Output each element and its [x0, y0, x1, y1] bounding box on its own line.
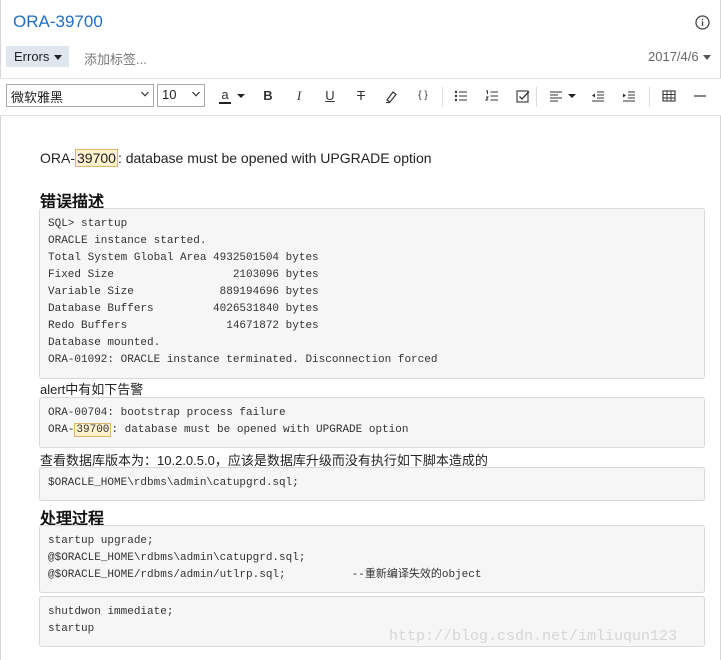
- code-block-catupgrd[interactable]: $ORACLE_HOME\rdbms\admin\catupgrd.sql;: [39, 467, 705, 501]
- watermark: http://blog.csdn.net/imliuqun123: [389, 628, 678, 645]
- intro-prefix: ORA-: [40, 150, 75, 166]
- alert-prefix: ORA-: [48, 424, 75, 436]
- caret-down-icon: [237, 94, 245, 98]
- note-title[interactable]: ORA-39700: [13, 12, 103, 32]
- code-line: SQL> startup: [48, 218, 128, 230]
- chevron-down-icon: [54, 55, 63, 61]
- chevron-down-icon: [192, 91, 200, 97]
- search-highlight: 39700: [75, 149, 118, 167]
- code-line: ORA- 39700: database must be opened with …: [48, 422, 696, 439]
- caret-down-icon: [568, 94, 576, 98]
- text-color-swatch: [219, 102, 231, 104]
- font-size-value: 10: [162, 87, 177, 102]
- notebook-label: Errors: [14, 49, 50, 64]
- code-line: Database mounted.: [48, 337, 161, 349]
- font-family-select[interactable]: 微软雅黑: [6, 84, 154, 107]
- text-color-button[interactable]: a: [217, 88, 233, 104]
- code-block-error[interactable]: SQL> startup ORACLE instance started. To…: [39, 208, 705, 379]
- search-highlight: 39700: [74, 423, 112, 437]
- format-toolbar: 微软雅黑 10 a B I U T { }: [0, 78, 721, 116]
- code-line: $ORACLE_HOME\rdbms\admin\catupgrd.sql;: [48, 477, 299, 489]
- italic-button[interactable]: I: [291, 88, 307, 104]
- notebook-dropdown[interactable]: Errors: [6, 46, 69, 67]
- toolbar-divider: [536, 87, 537, 107]
- code-line: startup upgrade;: [48, 535, 154, 547]
- code-line: Redo Buffers 14671872 bytes: [48, 320, 319, 332]
- alert-label: alert中有如下告警: [40, 382, 144, 397]
- numbered-list-icon[interactable]: [484, 88, 500, 104]
- intro-line: ORA- 39700: database must be opened with …: [40, 149, 432, 167]
- chevron-down-icon: [141, 91, 149, 97]
- date-dropdown[interactable]: 2017/4/6: [648, 49, 711, 64]
- table-icon[interactable]: [661, 88, 677, 104]
- horizontal-rule-icon[interactable]: [692, 88, 708, 104]
- bullet-list-icon[interactable]: [453, 88, 469, 104]
- code-line: shutdwon immediate;: [48, 606, 174, 618]
- code-line: ORA-00704: bootstrap process failure: [48, 407, 286, 419]
- alert-suffix: : database must be opened with UPGRADE o…: [111, 424, 409, 436]
- align-dropdown[interactable]: [567, 88, 577, 104]
- toolbar-divider: [442, 87, 443, 107]
- add-tag-input[interactable]: 添加标签...: [84, 49, 147, 68]
- code-line: @$ORACLE_HOME/rdbms/admin/utlrp.sql; --重…: [48, 569, 482, 581]
- code-line: ORACLE instance started.: [48, 235, 207, 247]
- indent-icon[interactable]: [621, 88, 637, 104]
- code-block-fix[interactable]: startup upgrade; @$ORACLE_HOME\rdbms\adm…: [39, 525, 705, 593]
- code-block-alert[interactable]: ORA-00704: bootstrap process failure ORA…: [39, 397, 705, 448]
- info-icon[interactable]: [695, 15, 710, 30]
- chevron-down-icon: [702, 55, 711, 61]
- strikethrough-button[interactable]: T: [353, 88, 369, 104]
- font-family-value: 微软雅黑: [11, 90, 64, 105]
- date-label: 2017/4/6: [648, 49, 699, 64]
- highlighter-icon[interactable]: [384, 88, 400, 104]
- code-line: Variable Size 889194696 bytes: [48, 286, 319, 298]
- code-line: Database Buffers 4026531840 bytes: [48, 303, 319, 315]
- text-color-dropdown[interactable]: [236, 88, 246, 104]
- code-line: Fixed Size 2103096 bytes: [48, 269, 319, 281]
- underline-button[interactable]: U: [322, 88, 338, 104]
- font-size-select[interactable]: 10: [157, 84, 205, 107]
- toolbar-divider: [649, 87, 650, 107]
- text-color-letter: a: [221, 87, 229, 102]
- intro-suffix: : database must be opened with UPGRADE o…: [117, 150, 432, 166]
- align-left-icon[interactable]: [548, 88, 564, 104]
- code-line: ORA-01092: ORACLE instance terminated. D…: [48, 354, 438, 366]
- code-line: Total System Global Area 4932501504 byte…: [48, 252, 319, 264]
- bold-button[interactable]: B: [260, 88, 276, 104]
- inline-code-button[interactable]: { }: [415, 88, 431, 104]
- code-line: @$ORACLE_HOME\rdbms\admin\catupgrd.sql;: [48, 552, 306, 564]
- checklist-icon[interactable]: [515, 88, 531, 104]
- outdent-icon[interactable]: [590, 88, 606, 104]
- tag-bar: Errors 添加标签... 2017/4/6: [0, 44, 721, 72]
